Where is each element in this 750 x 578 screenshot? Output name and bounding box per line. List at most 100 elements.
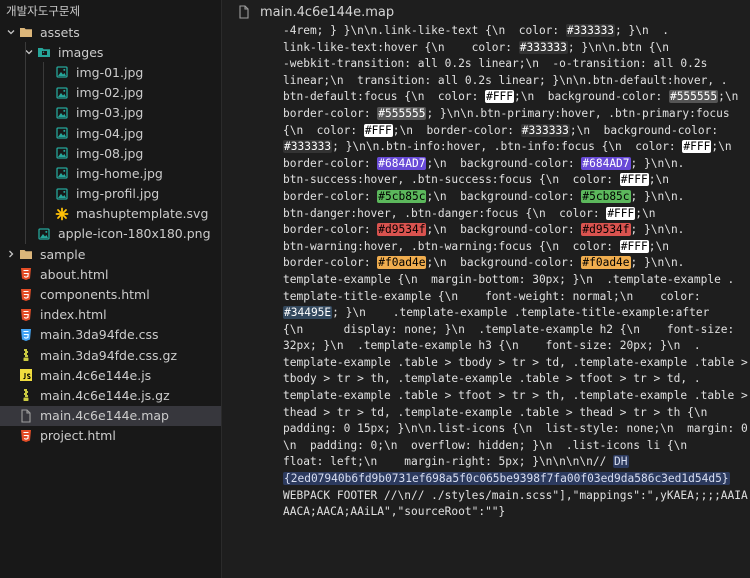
code-text: ;\n background-color:: [426, 223, 582, 237]
tree-file-img-home-jpg[interactable]: img-home.jpg: [0, 163, 221, 184]
color-swatch: #333333: [520, 123, 570, 137]
tree-folder-images[interactable]: images: [0, 42, 221, 63]
tree-file-main-4c6e144e-map[interactable]: main.4c6e144e.map: [0, 405, 221, 426]
code-text: ; }\n\n.: [630, 156, 685, 170]
file-explorer: 개발자도구문제 assets images img-01.jpg img-02.jpg…: [0, 0, 222, 578]
color-swatch: #FFF: [619, 239, 649, 253]
code-text: ;\n background-color:: [569, 123, 719, 137]
tree-file-main-3da94fde-css[interactable]: main.3da94fde.css: [0, 325, 221, 345]
code-text: link-like-text:hover {\n color:: [283, 40, 519, 54]
tree-file-about-html[interactable]: about.html: [0, 264, 221, 284]
code-text: ;\n: [648, 239, 669, 253]
tree-file-project-html[interactable]: project.html: [0, 426, 221, 446]
editor-breadcrumb[interactable]: main.4c6e144e.map: [222, 0, 750, 24]
indent-guide: [25, 163, 26, 184]
code-line: btn-success:hover, .btn-success:focus {\…: [283, 172, 750, 189]
tree-item-label: img-profil.jpg: [76, 186, 160, 202]
code-text: template-example .table > tbody > tr > t…: [283, 355, 748, 369]
color-swatch: #f0ad4e: [377, 256, 427, 270]
code-line: #34495E; }\n .template-example .template…: [283, 305, 750, 322]
tree-item-label: main.4c6e144e.map: [40, 408, 169, 424]
folder-closed-icon: [18, 246, 34, 262]
color-swatch: #FFF: [682, 140, 712, 154]
image-file-icon: [54, 64, 70, 80]
tree-item-label: apple-icon-180x180.png: [58, 226, 211, 242]
tree-file-main-4c6e144e-js[interactable]: main.4c6e144e.js: [0, 365, 221, 385]
indent-guide: [43, 102, 44, 123]
indent-guide: [25, 62, 26, 83]
indent-guide: [25, 183, 26, 204]
indent-guide: [25, 82, 26, 103]
tree-folder-assets[interactable]: assets: [0, 22, 221, 42]
image-file-icon: [54, 105, 70, 121]
explorer-root-folder[interactable]: 개발자도구문제: [0, 0, 221, 22]
code-line: {\n color: #FFF;\n border-color: #333333…: [283, 123, 750, 140]
tree-file-img-02-jpg[interactable]: img-02.jpg: [0, 82, 221, 103]
tree-file-img-04-jpg[interactable]: img-04.jpg: [0, 122, 221, 144]
code-text: ;\n: [711, 140, 732, 154]
code-text: thead > tr > td, .template-example .tabl…: [283, 405, 708, 419]
code-line: link-like-text:hover {\n color: #333333;…: [283, 40, 750, 57]
tree-file-img-01-jpg[interactable]: img-01.jpg: [0, 62, 221, 83]
tree-item-label: main.3da94fde.css.gz: [40, 347, 178, 363]
code-text: btn-success:hover, .btn-success:focus {\…: [283, 173, 620, 187]
color-swatch: #333333: [565, 24, 616, 37]
tree-file-index-html[interactable]: index.html: [0, 305, 221, 325]
code-text: ; }\n\n.: [630, 223, 685, 237]
tree-item-label: index.html: [40, 307, 107, 323]
tree-file-main-3da94fde-css-gz[interactable]: main.3da94fde.css.gz: [0, 345, 221, 365]
tree-item-label: main.3da94fde.css: [40, 327, 159, 343]
code-content[interactable]: -4rem; } }\n\n.link-like-text {\n color:…: [283, 23, 750, 521]
code-line: thead > tr > td, .template-example .tabl…: [283, 405, 750, 422]
color-swatch: #333333: [283, 140, 333, 154]
tree-file-img-08-jpg[interactable]: img-08.jpg: [0, 143, 221, 164]
tree-indent: [0, 45, 36, 59]
code-text: {\n display: none; }\n .template-example…: [283, 322, 735, 336]
tree-file-mashuptemplate-svg[interactable]: mashuptemplate.svg: [0, 203, 221, 224]
code-text: template-title-example {\n font-weight: …: [283, 289, 701, 303]
chevron-right-icon[interactable]: [4, 247, 18, 261]
code-text: border-color:: [283, 256, 378, 270]
tree-file-apple-icon-180x180-png[interactable]: apple-icon-180x180.png: [0, 223, 221, 245]
text-selection-highlight: DH: [613, 455, 629, 469]
indent-guide: [43, 143, 44, 164]
indent-guide: [43, 122, 44, 144]
html-file-icon: [18, 428, 34, 444]
code-text: ; }\n .: [615, 24, 669, 37]
code-text: ; }\n .template-example .template-title-…: [332, 306, 710, 320]
tree-indent: [0, 25, 18, 39]
color-swatch: #5cb85c: [581, 189, 631, 203]
tree-file-img-03-jpg[interactable]: img-03.jpg: [0, 102, 221, 123]
color-swatch: #FFF: [619, 173, 649, 187]
image-file-icon: [54, 85, 70, 101]
code-line: border-color: #555555; }\n\n.btn-primary…: [283, 106, 750, 123]
code-text: ; }\n\n.btn {\n: [567, 40, 669, 54]
tree-folder-sample[interactable]: sample: [0, 244, 221, 264]
color-swatch: #684AD7: [581, 156, 631, 170]
editor-tab-label: main.4c6e144e.map: [260, 4, 395, 20]
tree-file-main-4c6e144e-js-gz[interactable]: main.4c6e144e.js.gz: [0, 385, 221, 405]
color-swatch: #5cb85c: [377, 189, 427, 203]
code-line: -4rem; } }\n\n.link-like-text {\n color:…: [283, 23, 750, 40]
code-text: ;\n background-color:: [514, 90, 669, 104]
code-editor: main.4c6e144e.map -4rem; } }\n\n.link-li…: [222, 0, 750, 578]
code-text: btn-warning:hover, .btn-warning:focus {\…: [283, 239, 620, 253]
archive-file-icon: [18, 347, 34, 363]
code-text: template-example .table > tfoot > tr > t…: [283, 389, 748, 403]
code-line: linear;\n transition: all 0.2s linear; }…: [283, 73, 750, 90]
color-swatch: #684AD7: [377, 156, 427, 170]
tree-item-label: images: [58, 44, 104, 60]
svg-file-icon: [54, 206, 70, 222]
code-line: border-color: #d9534f;\n background-colo…: [283, 222, 750, 239]
indent-guide: [25, 203, 26, 224]
color-swatch: #f0ad4e: [581, 256, 631, 270]
archive-file-icon: [18, 387, 34, 403]
chevron-down-icon[interactable]: [4, 25, 18, 39]
tree-item-label: project.html: [40, 428, 116, 444]
tree-item-label: main.4c6e144e.js: [40, 367, 152, 383]
map-file-icon: [236, 4, 252, 20]
tree-file-img-profil-jpg[interactable]: img-profil.jpg: [0, 183, 221, 204]
tree-file-components-html[interactable]: components.html: [0, 284, 221, 304]
indent-guide: [25, 42, 26, 63]
tree-item-label: img-04.jpg: [76, 125, 144, 141]
